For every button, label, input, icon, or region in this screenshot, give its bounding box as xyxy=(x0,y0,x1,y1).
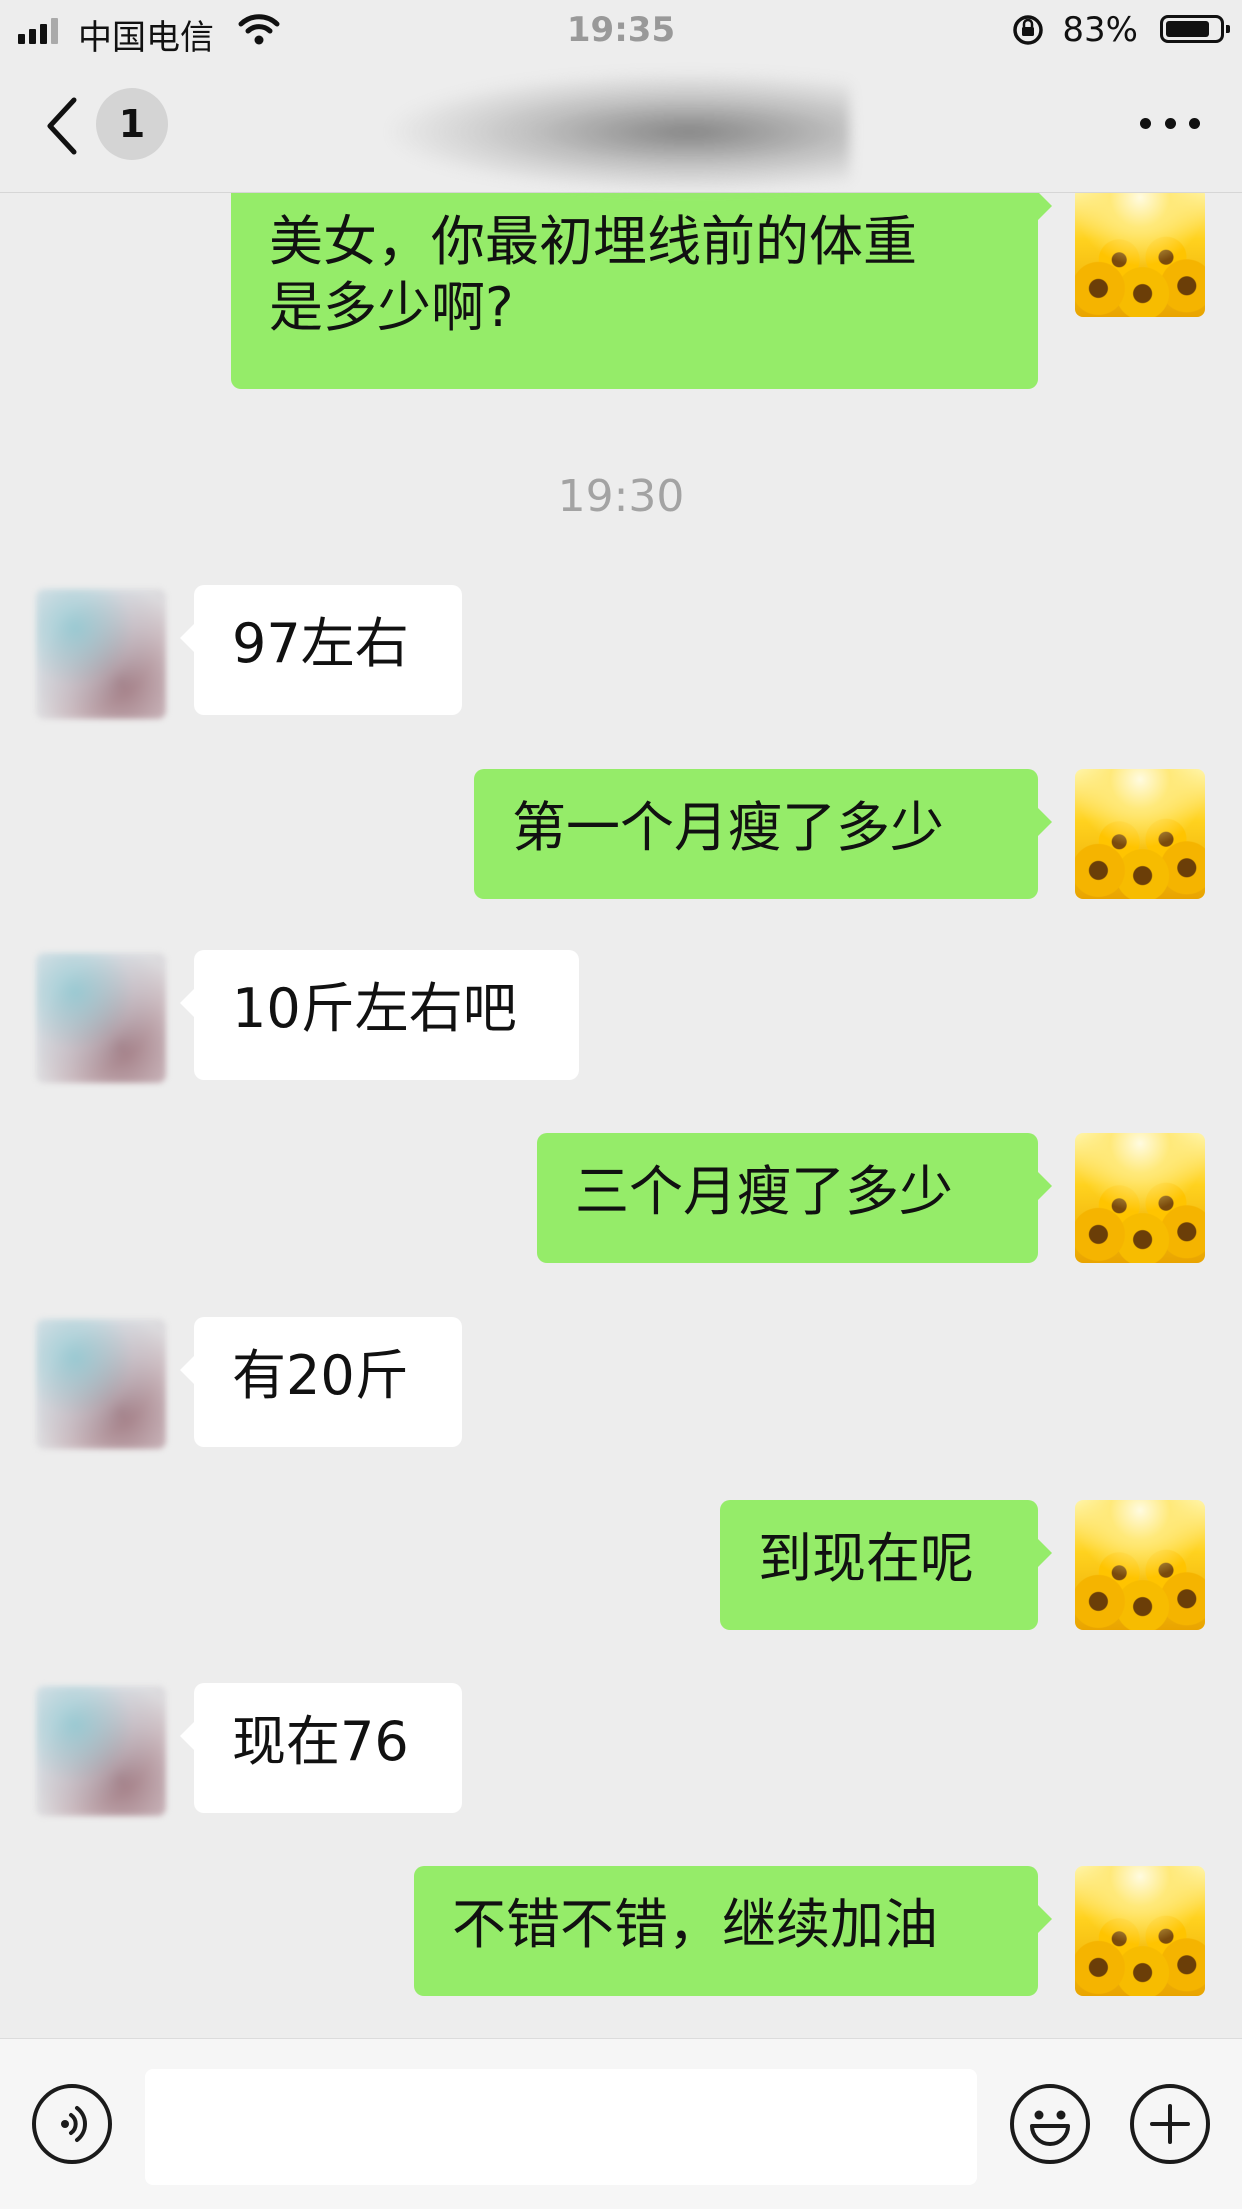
more-dot xyxy=(1140,117,1151,129)
my-avatar[interactable] xyxy=(1075,193,1205,317)
status-time: 19:35 xyxy=(566,10,676,50)
rotation-lock-icon xyxy=(1010,12,1046,48)
my-avatar[interactable] xyxy=(1075,1500,1205,1630)
emoji-icon xyxy=(1030,2110,1070,2146)
my-avatar[interactable] xyxy=(1075,769,1205,899)
message-timestamp: 19:30 xyxy=(557,471,685,522)
chat-header: 1 xyxy=(0,62,1242,193)
message-list[interactable]: 美女，你最初埋线前的体重 是多少啊? 19:30 97左右 第一个月瘦了多少 1… xyxy=(0,193,1242,2038)
message-bubble-received[interactable]: 97左右 xyxy=(180,585,462,715)
message-bubble-sent[interactable]: 第一个月瘦了多少 xyxy=(474,769,1052,899)
contact-avatar[interactable] xyxy=(36,1319,166,1449)
battery-percent: 83% xyxy=(1062,10,1138,50)
chevron-left-icon xyxy=(47,97,77,155)
voice-input-button[interactable] xyxy=(32,2084,112,2164)
input-bar xyxy=(0,2038,1242,2209)
back-button[interactable] xyxy=(42,94,92,158)
battery-icon xyxy=(1160,15,1230,43)
contact-avatar[interactable] xyxy=(36,589,166,719)
status-bar: 中国电信 19:35 83% xyxy=(0,0,1242,62)
my-avatar[interactable] xyxy=(1075,1866,1205,1996)
more-options-button[interactable] xyxy=(1140,108,1200,138)
message-bubble-received[interactable]: 现在76 xyxy=(180,1683,462,1813)
message-bubble-sent[interactable]: 不错不错，继续加油 xyxy=(414,1866,1052,1996)
contact-avatar[interactable] xyxy=(36,953,166,1083)
more-dot xyxy=(1164,117,1176,129)
message-bubble-received[interactable]: 10斤左右吧 xyxy=(180,950,579,1080)
battery-level xyxy=(1166,21,1209,37)
message-input[interactable] xyxy=(145,2069,977,2185)
voice-icon xyxy=(61,2106,87,2142)
message-bubble-sent[interactable]: 美女，你最初埋线前的体重 是多少啊? xyxy=(231,193,1052,389)
chat-title-redacted xyxy=(390,72,850,192)
message-text: 美女，你最初埋线前的体重 xyxy=(269,210,917,273)
message-bubble-sent[interactable]: 到现在呢 xyxy=(720,1500,1052,1630)
plus-icon xyxy=(1150,2104,1190,2144)
message-bubble-received[interactable]: 有20斤 xyxy=(180,1317,462,1447)
contact-avatar[interactable] xyxy=(36,1686,166,1816)
more-dot xyxy=(1189,117,1200,129)
more-functions-button[interactable] xyxy=(1130,2084,1210,2164)
emoji-button[interactable] xyxy=(1010,2084,1090,2164)
unread-count-badge[interactable]: 1 xyxy=(96,88,168,160)
my-avatar[interactable] xyxy=(1075,1133,1205,1263)
battery-cap xyxy=(1226,25,1230,33)
message-text: 是多少啊? xyxy=(269,276,514,339)
message-bubble-sent[interactable]: 三个月瘦了多少 xyxy=(537,1133,1052,1263)
